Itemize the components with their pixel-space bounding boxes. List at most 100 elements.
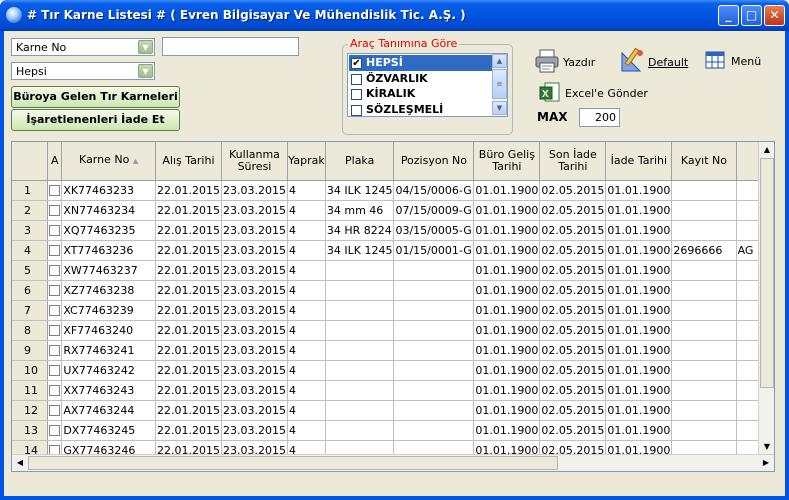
- cell-yaprak[interactable]: 4: [287, 360, 326, 381]
- return-marked-button[interactable]: İşaretlenenleri İade Et: [11, 109, 180, 131]
- cell-pozisyon-no[interactable]: [393, 420, 475, 441]
- cell-plaka[interactable]: 34 HR 8224: [325, 220, 395, 241]
- cell-alis-tarihi[interactable]: 22.01.2015: [155, 180, 222, 201]
- checkbox[interactable]: [351, 74, 362, 85]
- row-checkbox[interactable]: [49, 205, 61, 216]
- cell-plaka[interactable]: [325, 260, 395, 281]
- cell-kullanma-suresi[interactable]: 23.03.2015: [221, 200, 288, 221]
- cell-alis-tarihi[interactable]: 22.01.2015: [155, 300, 222, 321]
- cell-kullanma-suresi[interactable]: 23.03.2015: [221, 180, 288, 201]
- column-header-karne-no[interactable]: Karne No ▲: [61, 142, 156, 181]
- column-header-son-iade[interactable]: Son İade Tarihi: [539, 142, 607, 181]
- row-number[interactable]: 7: [12, 300, 49, 321]
- table-row[interactable]: 12 AX77463244 22.01.2015 23.03.2015 4 01.01.1…: [12, 400, 774, 421]
- column-header-iade-tarihi[interactable]: İade Tarihi: [605, 142, 673, 181]
- table-row[interactable]: 9 RX77463241 22.01.2015 23.03.2015 4 01.01.19…: [12, 340, 774, 361]
- close-button[interactable]: ✕: [764, 5, 785, 26]
- table-row[interactable]: 13 DX77463245 22.01.2015 23.03.2015 4 01.01.1…: [12, 420, 774, 441]
- cell-iade-tarihi[interactable]: 01.01.1900: [605, 180, 673, 201]
- row-number[interactable]: 10: [12, 360, 49, 381]
- cell-yaprak[interactable]: 4: [287, 260, 326, 281]
- cell-son-iade[interactable]: 02.05.2015: [539, 180, 607, 201]
- cell-pozisyon-no[interactable]: [393, 360, 475, 381]
- cell-kayit-no[interactable]: [671, 180, 737, 201]
- cell-pozisyon-no[interactable]: 04/15/0006-G: [393, 180, 475, 201]
- row-checkbox[interactable]: [49, 365, 61, 376]
- row-checkbox[interactable]: [49, 285, 61, 296]
- cell-pozisyon-no[interactable]: [393, 400, 475, 421]
- cell-iade-tarihi[interactable]: 01.01.1900: [605, 340, 673, 361]
- cell-karne-no[interactable]: XZ77463238: [61, 280, 156, 301]
- cell-alis-tarihi[interactable]: 22.01.2015: [155, 420, 222, 441]
- cell-son-iade[interactable]: 02.05.2015: [539, 260, 607, 281]
- cell-plaka[interactable]: 34 mm 46: [325, 200, 395, 221]
- max-input[interactable]: 200: [579, 108, 620, 127]
- cell-alis-tarihi[interactable]: 22.01.2015: [155, 320, 222, 341]
- cell-alis-tarihi[interactable]: 22.01.2015: [155, 200, 222, 221]
- cell-pozisyon-no[interactable]: 03/15/0005-G: [393, 220, 475, 241]
- cell-iade-tarihi[interactable]: 01.01.1900: [605, 380, 673, 401]
- row-checkbox[interactable]: [49, 225, 61, 236]
- grid-vertical-scrollbar[interactable]: ▲ ▼: [758, 142, 774, 455]
- cell-pozisyon-no[interactable]: [393, 320, 475, 341]
- row-number[interactable]: 9: [12, 340, 49, 361]
- cell-iade-tarihi[interactable]: 01.01.1900: [605, 420, 673, 441]
- cell-iade-tarihi[interactable]: 01.01.1900: [605, 360, 673, 381]
- row-number[interactable]: 4: [12, 240, 49, 261]
- table-row[interactable]: 8 XF77463240 22.01.2015 23.03.2015 4 01.01.19…: [12, 320, 774, 341]
- cell-kullanma-suresi[interactable]: 23.03.2015: [221, 400, 288, 421]
- row-checkbox[interactable]: [49, 305, 61, 316]
- cell-pozisyon-no[interactable]: [393, 260, 475, 281]
- row-checkbox[interactable]: [49, 185, 61, 196]
- cell-kullanma-suresi[interactable]: 23.03.2015: [221, 260, 288, 281]
- cell-buro-gelis[interactable]: 01.01.1900: [473, 300, 541, 321]
- menu-button[interactable]: Menü: [705, 51, 765, 73]
- cell-yaprak[interactable]: 4: [287, 340, 326, 361]
- vertical-scroll-thumb[interactable]: [760, 158, 774, 388]
- horizontal-scroll-thumb[interactable]: [28, 456, 558, 470]
- cell-alis-tarihi[interactable]: 22.01.2015: [155, 380, 222, 401]
- cell-iade-tarihi[interactable]: 01.01.1900: [605, 200, 673, 221]
- cell-alis-tarihi[interactable]: 22.01.2015: [155, 260, 222, 281]
- cell-iade-tarihi[interactable]: 01.01.1900: [605, 280, 673, 301]
- cell-iade-tarihi[interactable]: 01.01.1900: [605, 400, 673, 421]
- cell-yaprak[interactable]: 4: [287, 300, 326, 321]
- cell-son-iade[interactable]: 02.05.2015: [539, 380, 607, 401]
- vehicle-list-scrollbar[interactable]: ▲ ≡ ▼: [492, 54, 507, 116]
- cell-karne-no[interactable]: XQ77463235: [61, 220, 156, 241]
- cell-buro-gelis[interactable]: 01.01.1900: [473, 260, 541, 281]
- cell-son-iade[interactable]: 02.05.2015: [539, 400, 607, 421]
- row-number[interactable]: 5: [12, 260, 49, 281]
- cell-buro-gelis[interactable]: 01.01.1900: [473, 200, 541, 221]
- cell-pozisyon-no[interactable]: [393, 380, 475, 401]
- cell-kayit-no[interactable]: [671, 320, 737, 341]
- cell-kayit-no[interactable]: [671, 340, 737, 361]
- checkbox[interactable]: ✔: [351, 58, 362, 69]
- cell-yaprak[interactable]: 4: [287, 220, 326, 241]
- cell-kullanma-suresi[interactable]: 23.03.2015: [221, 360, 288, 381]
- vehicle-item-rental[interactable]: KİRALIK: [349, 86, 492, 102]
- cell-plaka[interactable]: [325, 320, 395, 341]
- cell-buro-gelis[interactable]: 01.01.1900: [473, 240, 541, 261]
- cell-karne-no[interactable]: DX77463245: [61, 420, 156, 441]
- cell-kayit-no[interactable]: [671, 380, 737, 401]
- cell-son-iade[interactable]: 02.05.2015: [539, 220, 607, 241]
- cell-son-iade[interactable]: 02.05.2015: [539, 340, 607, 361]
- cell-karne-no[interactable]: XX77463243: [61, 380, 156, 401]
- scroll-up-icon[interactable]: ▲: [492, 54, 507, 68]
- grid-horizontal-scrollbar[interactable]: ◀ ▶: [12, 454, 774, 471]
- column-header-pozisyon-no[interactable]: Pozisyon No: [393, 142, 475, 181]
- table-row[interactable]: 5 XW77463237 22.01.2015 23.03.2015 4 01.01.19…: [12, 260, 774, 281]
- cell-kayit-no[interactable]: [671, 400, 737, 421]
- row-checkbox[interactable]: [49, 345, 61, 356]
- column-header-a[interactable]: A: [47, 142, 63, 181]
- cell-iade-tarihi[interactable]: 01.01.1900: [605, 320, 673, 341]
- cell-son-iade[interactable]: 02.05.2015: [539, 300, 607, 321]
- cell-iade-tarihi[interactable]: 01.01.1900: [605, 260, 673, 281]
- cell-karne-no[interactable]: UX77463242: [61, 360, 156, 381]
- cell-kullanma-suresi[interactable]: 23.03.2015: [221, 300, 288, 321]
- vehicle-item-contract[interactable]: SÖZLEŞMELİ: [349, 102, 492, 116]
- cell-kullanma-suresi[interactable]: 23.03.2015: [221, 380, 288, 401]
- cell-plaka[interactable]: 34 ILK 1245: [325, 240, 395, 261]
- row-checkbox[interactable]: [49, 385, 61, 396]
